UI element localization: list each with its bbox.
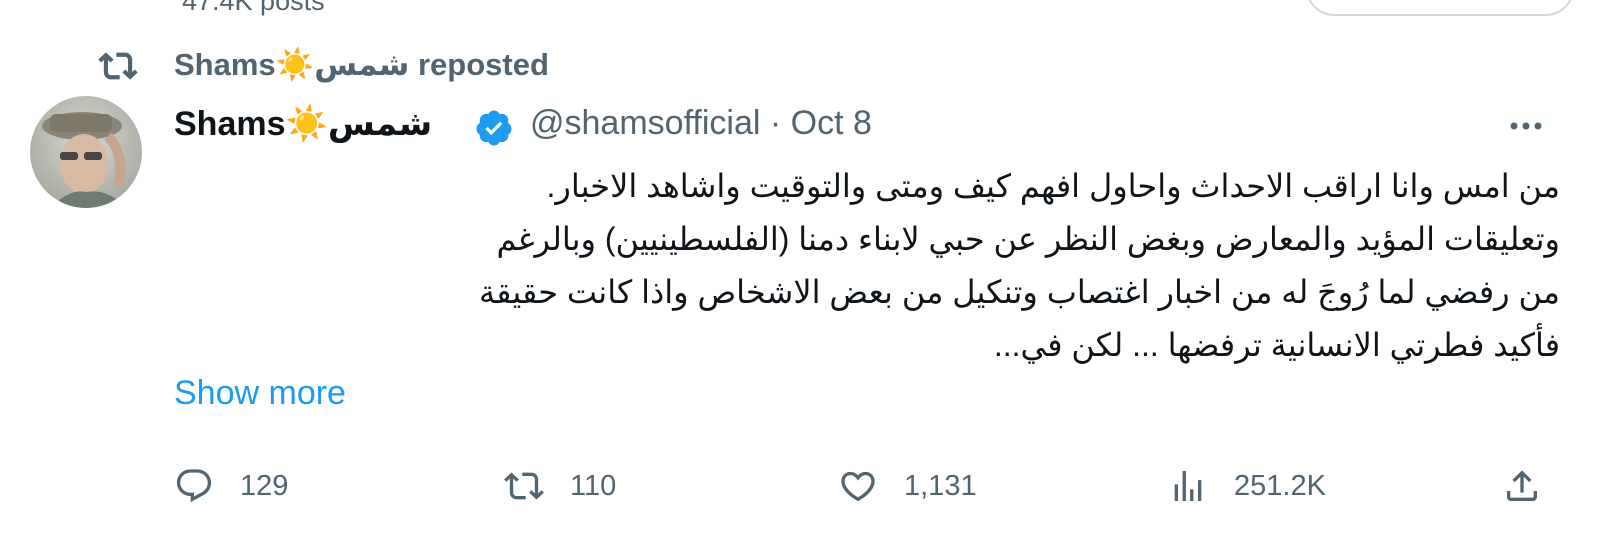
views-count: 251.2K (1234, 469, 1326, 502)
posts-count: 47.4K posts (182, 0, 325, 16)
reply-count: 129 (240, 469, 289, 502)
verified-badge-icon[interactable] (474, 108, 514, 148)
more-dots-icon[interactable] (1504, 108, 1548, 144)
avatar-image (30, 96, 142, 208)
show-more-link[interactable]: Show more (174, 374, 346, 413)
tweet-header: Shams☀️شمس @shamsofficial · Oct 8 (174, 98, 1574, 148)
tweet-text-line: من امس وانا اراقب الاحداث واحاول افهم كي… (546, 168, 1560, 204)
previous-item-strip: 47.4K posts (0, 0, 1600, 30)
repost-icon (98, 52, 138, 80)
follow-button[interactable] (1306, 0, 1574, 16)
views-chart-icon (1174, 471, 1202, 501)
tweet-text-line: وتعليقات المؤيد والمعارض وبغض النظر عن ح… (496, 221, 1560, 257)
like-count: 1,131 (904, 469, 977, 502)
views-button[interactable]: 251.2K (1168, 458, 1326, 514)
share-icon (1507, 470, 1537, 501)
retweet-button[interactable]: 110 (504, 458, 616, 514)
tweet-text: من امس وانا اراقب الاحداث واحاول افهم كي… (174, 160, 1560, 372)
tweet-actions: 129 110 1,131 251.2K (0, 458, 1600, 514)
author-name[interactable]: Shams☀️شمس (174, 104, 432, 144)
heart-icon (841, 471, 875, 502)
repost-indicator: Shams☀️شمس reposted (0, 40, 1600, 88)
share-button[interactable] (1502, 458, 1542, 514)
like-button[interactable]: 1,131 (838, 458, 977, 514)
reply-button[interactable]: 129 (174, 458, 288, 514)
repost-label[interactable]: Shams☀️شمس reposted (174, 46, 549, 83)
tweet-text-line: من رفضي لما رُوجَ له من اخبار اغتصاب وتن… (479, 274, 1560, 310)
avatar[interactable] (30, 96, 142, 208)
handle-and-date[interactable]: @shamsofficial · Oct 8 (530, 104, 872, 143)
tweet-text-line: فأكيد فطرتي الانسانية ترفضها ... لكن في.… (993, 327, 1560, 363)
reply-icon (176, 469, 212, 503)
retweet-count: 110 (570, 469, 617, 502)
retweet-icon (504, 472, 544, 500)
